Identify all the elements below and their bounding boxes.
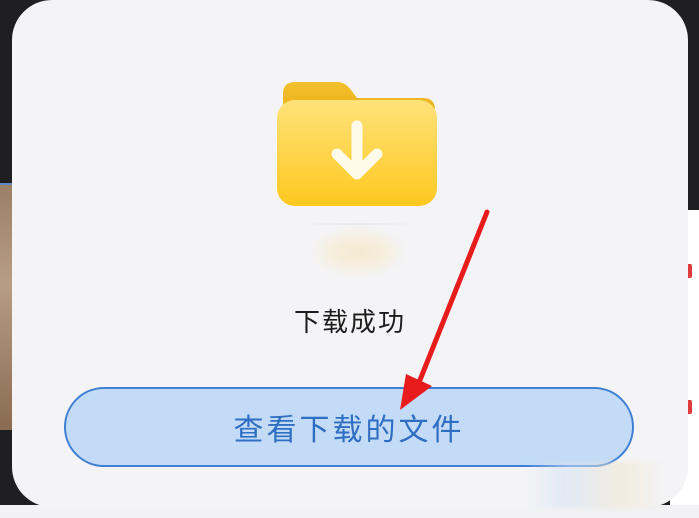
watermark bbox=[525, 462, 665, 508]
folder-download-icon bbox=[277, 82, 437, 206]
blurred-thumbnail bbox=[312, 228, 404, 276]
divider bbox=[298, 223, 418, 225]
download-status-text: 下载成功 bbox=[293, 308, 406, 338]
view-downloaded-files-button[interactable]: 查看下载的文件 bbox=[64, 387, 634, 467]
download-success-dialog: 下载成功 查看下载的文件 bbox=[12, 0, 688, 507]
